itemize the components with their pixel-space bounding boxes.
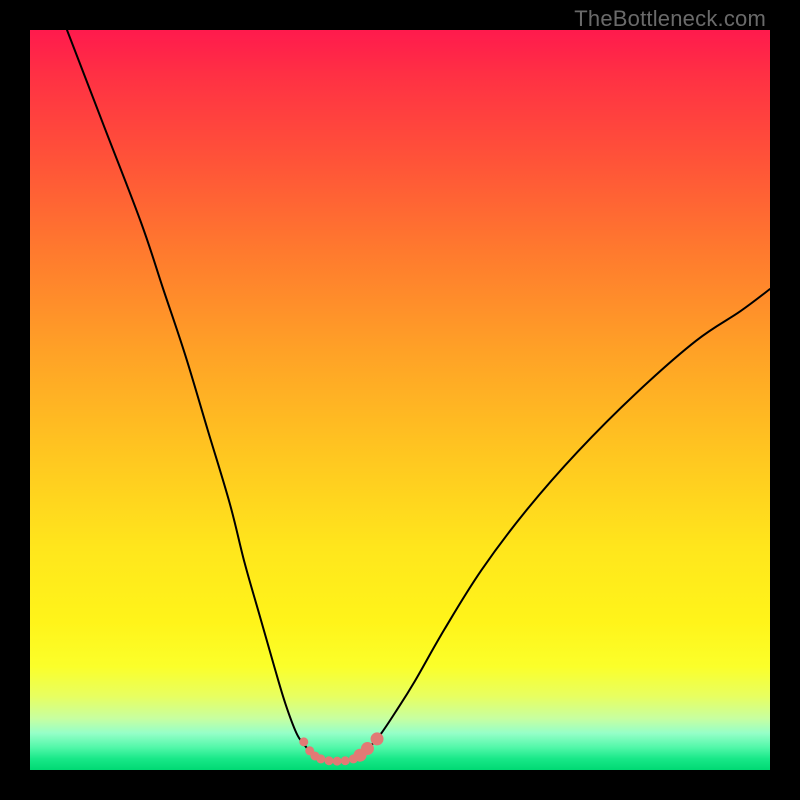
trough-marker (333, 757, 342, 766)
plot-area (30, 30, 770, 770)
trough-marker (361, 742, 374, 755)
curve-right-curve (363, 289, 770, 753)
curve-svg (30, 30, 770, 770)
watermark-text: TheBottleneck.com (574, 6, 766, 32)
trough-marker (316, 754, 325, 763)
trough-marker (371, 732, 384, 745)
trough-marker (299, 737, 308, 746)
trough-marker (324, 756, 333, 765)
trough-marker (341, 756, 350, 765)
curve-left-curve (67, 30, 311, 753)
